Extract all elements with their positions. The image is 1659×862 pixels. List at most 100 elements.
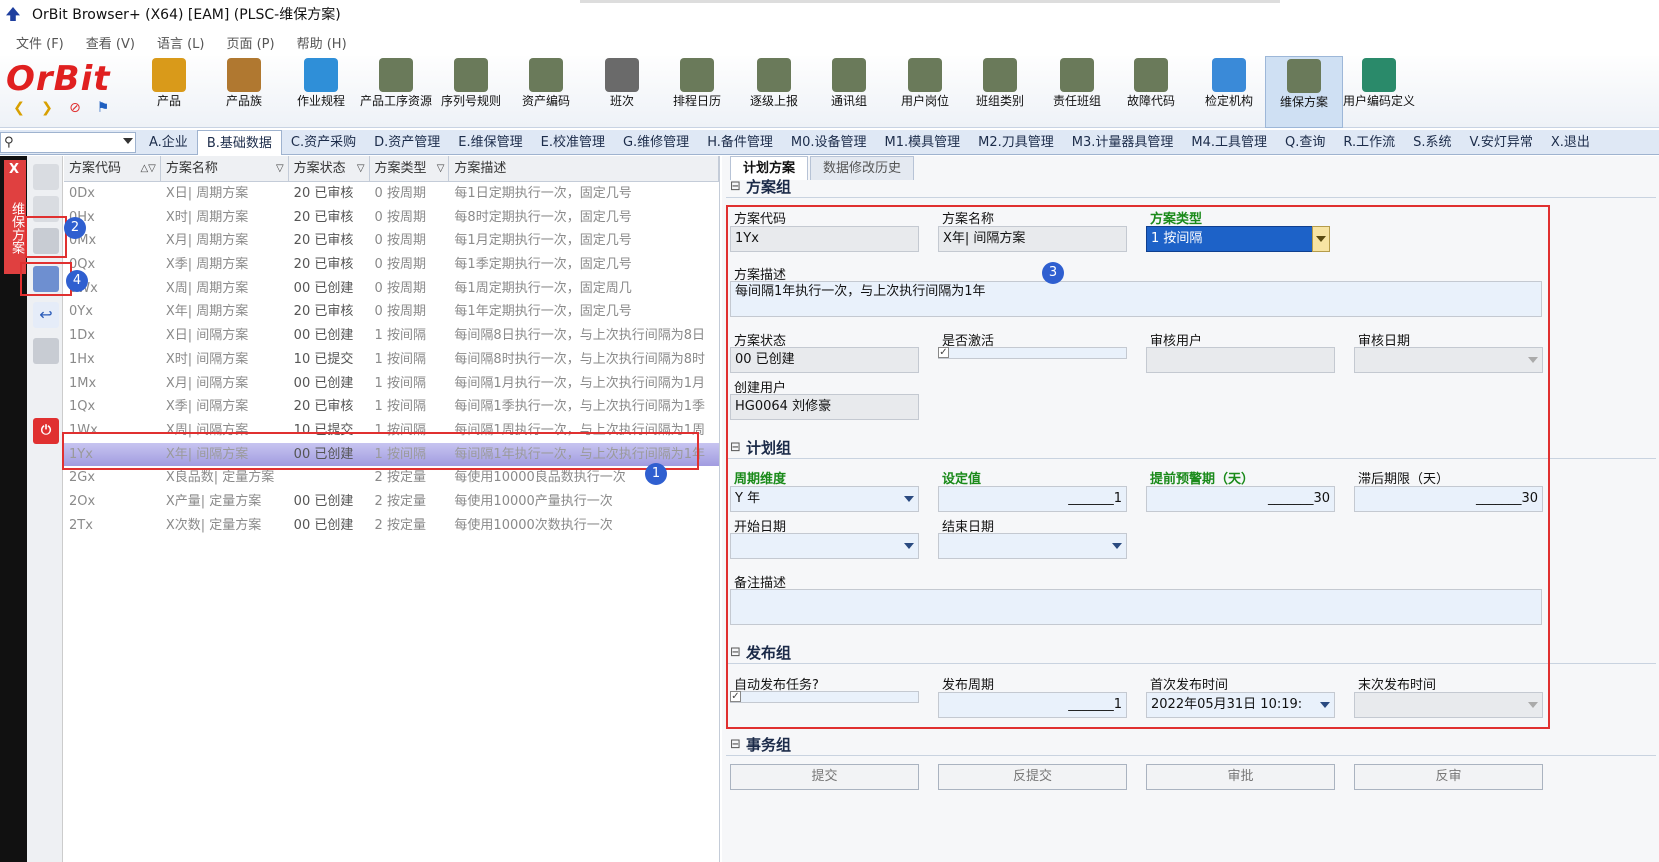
tab-module-12[interactable]: M4.工具管理 bbox=[1182, 130, 1276, 155]
toolbar-button-7[interactable]: 排程日历 bbox=[658, 56, 736, 128]
cell-name: X季| 周期方案 bbox=[165, 257, 249, 273]
tab-module-10[interactable]: M2.刀具管理 bbox=[969, 130, 1063, 155]
cell-status: 00 已创建 bbox=[293, 517, 354, 533]
search-input[interactable]: ⚲ bbox=[0, 132, 136, 153]
forward-arrow-icon[interactable]: ❯ bbox=[38, 99, 56, 117]
toolbar-button-6[interactable]: 班次 bbox=[583, 56, 661, 128]
table-row[interactable]: 1Dx X日| 间隔方案 00 已创建 1 按间隔 每间隔8日执行一次，与上次执行间隔为… bbox=[64, 324, 719, 348]
col-type[interactable]: 方案类型 ▽ bbox=[370, 156, 450, 181]
toolbar-button-1[interactable]: 产品族 bbox=[205, 56, 283, 128]
tab-module-6[interactable]: G.维修管理 bbox=[614, 130, 698, 155]
cell-status: 00 已创建 bbox=[293, 280, 354, 296]
cell-name: X产量| 定量方案 bbox=[165, 493, 262, 509]
cell-status: 20 已审核 bbox=[293, 233, 354, 249]
cell-type: 1 按间隔 bbox=[374, 399, 426, 415]
cell-name: X次数| 定量方案 bbox=[165, 517, 262, 533]
toolbar-button-8[interactable]: 逐级上报 bbox=[735, 56, 813, 128]
toolbar-icon-1 bbox=[227, 58, 261, 92]
tab-module-4[interactable]: E.维保管理 bbox=[449, 130, 531, 155]
badge-4: 4 bbox=[66, 270, 88, 292]
toolbar-button-3[interactable]: 产品工序资源 bbox=[357, 56, 435, 128]
tab-module-13[interactable]: Q.查询 bbox=[1276, 130, 1334, 155]
cell-code: 1Hx bbox=[69, 351, 95, 367]
toolbar-button-0[interactable]: 产品 bbox=[130, 56, 208, 128]
toolbar-button-5[interactable]: 资产编码 bbox=[507, 56, 585, 128]
unapprove-button[interactable]: 反审 bbox=[1354, 764, 1543, 790]
toolbar-label: 责任班组 bbox=[1052, 94, 1101, 108]
back-arrow-icon[interactable]: ❮ bbox=[10, 99, 28, 117]
cell-desc: 每8时定期执行一次，固定几号 bbox=[454, 209, 632, 225]
toolbar-button-13[interactable]: 故障代码 bbox=[1112, 56, 1190, 128]
toolbar-button-9[interactable]: 通讯组 bbox=[810, 56, 888, 128]
cell-type: 0 按周期 bbox=[374, 304, 426, 320]
cell-desc: 每间隔8时执行一次，与上次执行间隔为8时 bbox=[454, 351, 705, 367]
plan-group-header[interactable]: ⊟ 方案组 bbox=[726, 176, 1656, 198]
cell-code: 2Tx bbox=[69, 517, 93, 533]
toolbar-button-10[interactable]: 用户岗位 bbox=[886, 56, 964, 128]
toolbar-button-15[interactable]: 维保方案 bbox=[1265, 56, 1343, 128]
cell-type: 0 按周期 bbox=[374, 257, 426, 273]
highlight-selected-row bbox=[62, 432, 699, 470]
submit-button[interactable]: 提交 bbox=[730, 764, 919, 790]
undo-icon[interactable]: ↩ bbox=[33, 302, 59, 328]
approve-button[interactable]: 审批 bbox=[1146, 764, 1335, 790]
table-row[interactable]: 1Hx X时| 间隔方案 10 已提交 1 按间隔 每间隔8时执行一次，与上次执行间隔为… bbox=[64, 348, 719, 372]
tab-module-2[interactable]: C.资产采购 bbox=[282, 130, 365, 155]
menu-help[interactable]: 帮助 (H) bbox=[297, 33, 347, 52]
col-status[interactable]: 方案状态 ▽ bbox=[289, 156, 370, 181]
toolbar-button-16[interactable]: 用户编码定义 bbox=[1340, 56, 1418, 128]
tab-module-8[interactable]: M0.设备管理 bbox=[782, 130, 876, 155]
table-row[interactable]: 0Qx X季| 周期方案 20 已审核 0 按周期 每1季定期执行一次，固定几号 bbox=[64, 253, 719, 277]
table-row[interactable]: 2Ox X产量| 定量方案 00 已创建 2 按定量 每使用10000产量执行一次 bbox=[64, 490, 719, 514]
new-doc-icon[interactable] bbox=[33, 164, 59, 190]
menu-bar: 文件 (F) 查看 (V) 语言 (L) 页面 (P) 帮助 (H) bbox=[0, 30, 1659, 54]
cell-code: 2Ox bbox=[69, 493, 96, 509]
tab-module-7[interactable]: H.备件管理 bbox=[698, 130, 782, 155]
unsubmit-button[interactable]: 反提交 bbox=[938, 764, 1127, 790]
table-row[interactable]: 0Yx X年| 周期方案 20 已审核 0 按周期 每1年定期执行一次，固定几号 bbox=[64, 300, 719, 324]
tab-module-9[interactable]: M1.模具管理 bbox=[876, 130, 970, 155]
menu-view[interactable]: 查看 (V) bbox=[86, 33, 135, 52]
menu-file[interactable]: 文件 (F) bbox=[16, 33, 64, 52]
toolbar-button-4[interactable]: 序列号规则 bbox=[432, 56, 510, 128]
toolbar-button-12[interactable]: 责任班组 bbox=[1038, 56, 1116, 128]
table-row[interactable]: 0Dx X日| 周期方案 20 已审核 0 按周期 每1日定期执行一次，固定几号 bbox=[64, 182, 719, 206]
close-icon[interactable]: X bbox=[9, 162, 19, 177]
tab-module-3[interactable]: D.资产管理 bbox=[365, 130, 449, 155]
table-row[interactable]: 1Qx X季| 间隔方案 20 已审核 1 按间隔 每间隔1季执行一次，与上次执行间隔为… bbox=[64, 395, 719, 419]
stop-icon[interactable]: ⊘ bbox=[66, 99, 84, 117]
grid-header: 方案代码 △▽ 方案名称 ▽ 方案状态 ▽ 方案类型 ▽ 方案描述 bbox=[64, 156, 719, 182]
delete-icon[interactable] bbox=[33, 338, 59, 364]
side-module-label[interactable]: X 维保方案 bbox=[4, 160, 26, 274]
col-code[interactable]: 方案代码 △▽ bbox=[64, 156, 161, 181]
exit-icon[interactable]: ⏻ bbox=[33, 418, 59, 444]
table-row[interactable]: 1Mx X月| 间隔方案 00 已创建 1 按间隔 每间隔1月执行一次，与上次执行间隔为… bbox=[64, 372, 719, 396]
toolbar-button-11[interactable]: 班组类别 bbox=[961, 56, 1039, 128]
table-row[interactable]: 0Hx X时| 周期方案 20 已审核 0 按周期 每8时定期执行一次，固定几号 bbox=[64, 206, 719, 230]
menu-language[interactable]: 语言 (L) bbox=[157, 33, 205, 52]
action-group-header[interactable]: ⊟ 事务组 bbox=[726, 734, 1656, 756]
tab-module-17[interactable]: X.退出 bbox=[1542, 130, 1599, 155]
badge-2: 2 bbox=[64, 217, 86, 239]
col-desc[interactable]: 方案描述 bbox=[449, 156, 719, 181]
tab-module-14[interactable]: R.工作流 bbox=[1334, 130, 1404, 155]
table-row[interactable]: 0WxX周| 周期方案00 已创建0 按周期每1周定期执行一次，固定周几 bbox=[64, 277, 719, 301]
tab-module-16[interactable]: V.安灯异常 bbox=[1460, 130, 1541, 155]
home-icon[interactable]: ⚑ bbox=[94, 99, 112, 117]
chevron-down-icon[interactable] bbox=[123, 138, 133, 144]
tab-module-0[interactable]: A.企业 bbox=[140, 130, 197, 155]
highlight-save-icon bbox=[20, 262, 72, 296]
menu-page[interactable]: 页面 (P) bbox=[226, 33, 274, 52]
tab-module-5[interactable]: E.校准管理 bbox=[532, 130, 614, 155]
tab-module-1[interactable]: B.基础数据 bbox=[196, 130, 282, 155]
toolbar-label: 排程日历 bbox=[672, 94, 721, 108]
col-name[interactable]: 方案名称 ▽ bbox=[161, 156, 289, 181]
toolbar-icon-2 bbox=[304, 58, 338, 92]
orbit-logo: OrBit bbox=[6, 59, 111, 99]
toolbar-button-14[interactable]: 检定机构 bbox=[1190, 56, 1268, 128]
toolbar-button-2[interactable]: 作业规程 bbox=[282, 56, 360, 128]
table-row[interactable]: 2Tx X次数| 定量方案 00 已创建 2 按定量 每使用10000次数执行一次 bbox=[64, 514, 719, 538]
tab-module-15[interactable]: S.系统 bbox=[1404, 130, 1460, 155]
tab-module-11[interactable]: M3.计量器具管理 bbox=[1063, 130, 1183, 155]
table-row[interactable]: 0Mx X月| 周期方案 20 已审核 0 按周期 每1月定期执行一次，固定几号 bbox=[64, 229, 719, 253]
